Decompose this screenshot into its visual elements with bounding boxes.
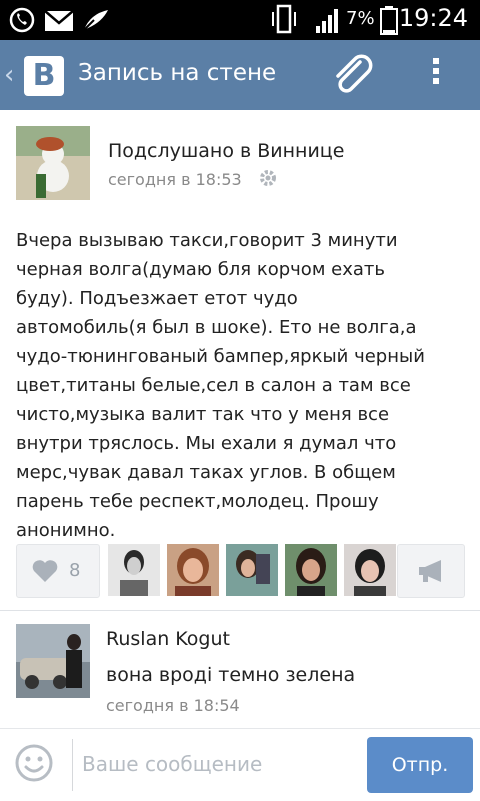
vibrate-icon	[272, 4, 296, 34]
comment-time: сегодня в 18:54	[106, 696, 240, 715]
page-title: Запись на стене	[78, 60, 277, 86]
post-header: Подслушано в Виннице сегодня в 18:53	[0, 110, 480, 210]
megaphone-icon	[419, 560, 441, 582]
like-count: 8	[69, 560, 81, 581]
liker-avatar[interactable]	[167, 544, 219, 596]
composer-divider	[72, 739, 73, 791]
share-button[interactable]	[397, 544, 465, 598]
heart-icon	[32, 560, 58, 582]
message-input[interactable]	[80, 743, 354, 785]
liker-avatar[interactable]	[344, 544, 396, 596]
like-button[interactable]: 8	[16, 544, 100, 598]
feather-icon	[81, 10, 108, 33]
mail-icon	[44, 10, 74, 31]
back-chevron-icon[interactable]: ‹	[4, 60, 14, 90]
comment-author[interactable]: Ruslan Kogut	[106, 628, 230, 650]
post-text: Вчера вызываю такси,говорит 3 минути чер…	[16, 230, 425, 541]
vk-logo[interactable]: B	[24, 56, 64, 96]
app-header: ‹ B Запись на стене	[0, 40, 480, 110]
comment-avatar[interactable]	[16, 624, 90, 698]
liker-avatar[interactable]	[108, 544, 160, 596]
post-author[interactable]: Подслушано в Виннице	[108, 140, 344, 162]
signal-icon	[316, 9, 338, 33]
status-bar: 7% 19:24	[0, 0, 480, 40]
battery-icon	[380, 6, 398, 35]
viber-icon	[9, 7, 35, 33]
battery-percent: 7%	[346, 8, 375, 29]
emoji-smile-icon[interactable]	[14, 743, 54, 783]
divider	[0, 610, 480, 611]
send-button[interactable]: Отпр.	[367, 737, 473, 793]
comment: Ruslan Kogut вона вроді темно зелена сег…	[0, 612, 480, 722]
message-composer: Отпр.	[0, 728, 480, 801]
clock: 19:24	[398, 4, 468, 32]
liker-avatar[interactable]	[285, 544, 337, 596]
likes-row: 8	[0, 544, 480, 598]
group-avatar[interactable]	[16, 126, 90, 200]
more-menu-icon[interactable]	[424, 54, 448, 98]
post-time: сегодня в 18:53	[108, 170, 242, 189]
comment-text: вона вроді темно зелена	[106, 664, 356, 686]
attach-paperclip-icon[interactable]	[330, 54, 378, 98]
liker-avatar[interactable]	[226, 544, 278, 596]
gear-icon[interactable]	[258, 168, 278, 188]
